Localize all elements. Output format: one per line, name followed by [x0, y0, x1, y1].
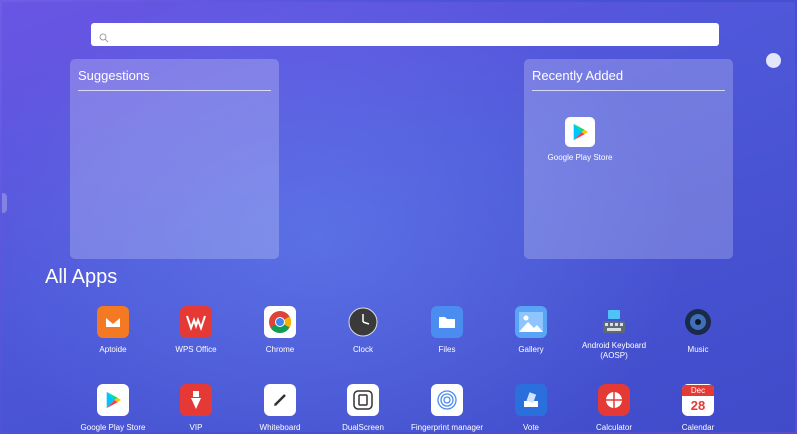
suggestions-title: Suggestions: [78, 68, 150, 83]
aptoide-icon: [97, 306, 129, 338]
app-label: Calendar: [681, 423, 715, 432]
apps-row-2: Google Play Store VIP Whiteboard DualScr…: [2, 384, 795, 432]
launcher-background: Suggestions Recently Added Google Play S…: [2, 2, 795, 432]
suggestions-panel: Suggestions: [70, 59, 279, 259]
chrome-icon: [264, 306, 296, 338]
files-icon: [431, 306, 463, 338]
all-apps-title: All Apps: [45, 266, 118, 288]
search-input[interactable]: [91, 23, 719, 46]
app-calendar[interactable]: Dec 28 Calendar: [648, 384, 748, 432]
apps-row-1: Aptoide WPS Office Chrome Clock Files Ga…: [2, 306, 795, 366]
wps-office-icon: [180, 306, 212, 338]
calendar-month: Dec: [682, 385, 714, 396]
app-label: Music: [687, 345, 709, 354]
recently-added-panel: Recently Added Google Play Store: [524, 59, 733, 259]
suggestions-divider: [78, 90, 271, 91]
recent-app-google-play-store[interactable]: Google Play Store: [540, 117, 620, 162]
music-icon: [682, 306, 714, 338]
calendar-icon: Dec 28: [682, 384, 714, 416]
app-label: Android Keyboard (AOSP): [581, 341, 647, 360]
calculator-icon: [598, 384, 630, 416]
calendar-day: 28: [690, 398, 706, 413]
whiteboard-icon: [264, 384, 296, 416]
keyboard-icon: [598, 306, 630, 338]
app-music[interactable]: Music: [648, 306, 748, 355]
fingerprint-icon: [431, 384, 463, 416]
side-drawer-handle[interactable]: [2, 193, 7, 213]
clock-icon: [347, 306, 379, 338]
play-store-icon: [565, 117, 595, 147]
search-icon: [99, 30, 109, 42]
vote-icon: [515, 384, 547, 416]
recently-added-divider: [532, 90, 725, 91]
play-store-icon: [97, 384, 129, 416]
recently-added-title: Recently Added: [532, 68, 624, 83]
vip-icon: [180, 384, 212, 416]
dualscreen-icon: [347, 384, 379, 416]
profile-dot[interactable]: [766, 53, 781, 68]
recent-app-label: Google Play Store: [547, 153, 613, 162]
gallery-icon: [515, 306, 547, 338]
